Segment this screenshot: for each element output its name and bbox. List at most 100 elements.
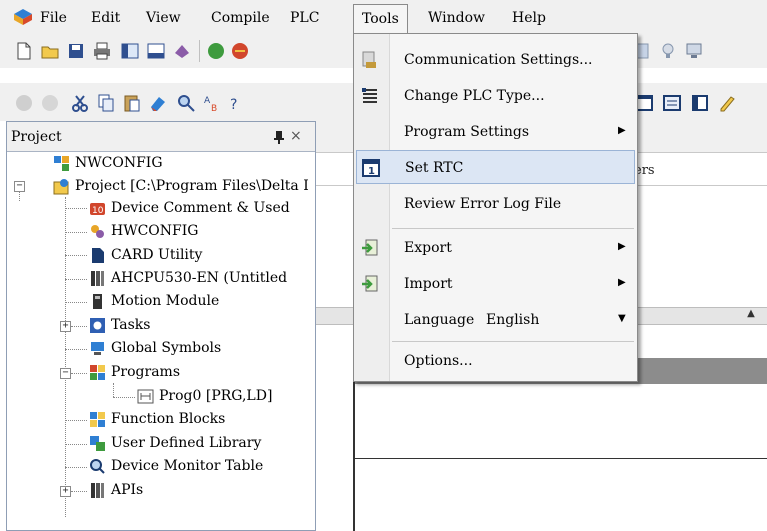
erase-icon[interactable] xyxy=(148,93,168,113)
submenu-arrow-icon: ▶ xyxy=(618,241,626,252)
menu-separator xyxy=(392,341,634,342)
tree-connector xyxy=(65,444,87,445)
toolbar-lamp-icon[interactable] xyxy=(658,41,678,61)
toolbar-pc-icon[interactable] xyxy=(684,41,704,61)
tree-item-label: Motion Module xyxy=(111,293,220,309)
import-icon xyxy=(362,275,378,292)
project-panel-header: Project × xyxy=(7,122,315,152)
disabled-circle-icon[interactable] xyxy=(14,93,34,113)
tree-connector xyxy=(65,232,87,233)
find-icon[interactable] xyxy=(176,93,196,113)
svg-text:1: 1 xyxy=(368,166,375,177)
tree-connector xyxy=(65,349,87,350)
tree-item-label: Device Comment & Used xyxy=(111,200,290,216)
network-config-icon xyxy=(54,156,69,171)
menu-file[interactable]: File xyxy=(40,10,67,26)
change-plc-icon xyxy=(362,88,377,103)
menu-item-export[interactable]: Export ▶ xyxy=(356,231,635,265)
tree-item-label: User Defined Library xyxy=(111,435,262,451)
replace-icon[interactable]: AB xyxy=(202,93,222,113)
communication-icon xyxy=(362,51,376,68)
sd-card-icon xyxy=(92,248,104,263)
menu-item-review-error-log[interactable]: Review Error Log File xyxy=(356,187,635,221)
tree-connector xyxy=(65,279,87,280)
library-icon[interactable] xyxy=(172,41,192,61)
export-icon xyxy=(362,239,378,256)
toolbar-frame-icon[interactable] xyxy=(690,93,710,113)
menu-compile[interactable]: Compile xyxy=(211,10,270,26)
menu-item-label: Communication Settings... xyxy=(404,52,593,68)
tree-connector xyxy=(65,255,87,256)
toolbar-monitor-icon[interactable] xyxy=(662,93,682,113)
tree-item-label: Prog0 [PRG,LD] xyxy=(159,388,273,404)
pin-icon[interactable] xyxy=(273,130,285,144)
tree-item-label: Function Blocks xyxy=(111,411,226,427)
submenu-arrow-icon: ▶ xyxy=(618,277,626,288)
tree-connector xyxy=(65,420,87,421)
tree-connector xyxy=(71,326,87,327)
user-library-icon xyxy=(90,436,105,451)
tree-item-label: Tasks xyxy=(111,317,151,333)
project-panel: Project × − + − + NWCONFIG Project [C:\P… xyxy=(6,121,316,531)
ladder-rung-line xyxy=(355,458,767,459)
menu-window[interactable]: Window xyxy=(428,10,485,26)
toolbar-pencil-icon[interactable] xyxy=(718,93,738,113)
cut-icon[interactable] xyxy=(70,93,90,113)
tree-connector xyxy=(65,467,87,468)
app-logo-icon xyxy=(14,9,32,25)
menu-item-set-rtc[interactable]: 1 Set RTC xyxy=(356,150,635,184)
menu-view[interactable]: View xyxy=(146,10,181,26)
menu-item-label: Change PLC Type... xyxy=(404,88,545,104)
save-icon[interactable] xyxy=(66,41,86,61)
language-value: English xyxy=(486,312,540,328)
panel-toggle-icon[interactable] xyxy=(146,41,166,61)
print-icon[interactable] xyxy=(92,41,112,61)
tree-item-label: Project [C:\Program Files\Delta I xyxy=(75,178,309,194)
device-monitor-icon xyxy=(90,459,105,474)
menu-item-options[interactable]: Options... xyxy=(356,344,635,378)
disabled-disk-icon[interactable] xyxy=(40,93,60,113)
menu-item-import[interactable]: Import ▶ xyxy=(356,267,635,301)
copy-icon[interactable] xyxy=(96,93,116,113)
new-file-icon[interactable] xyxy=(14,41,34,61)
expand-tasks-toggle[interactable]: + xyxy=(60,321,71,332)
hardware-config-icon xyxy=(91,225,104,238)
svg-text:B: B xyxy=(211,104,217,113)
menu-edit[interactable]: Edit xyxy=(91,10,120,26)
toolbar-separator xyxy=(199,40,200,62)
tree-item-label: Programs xyxy=(111,364,181,380)
function-blocks-icon xyxy=(90,412,105,427)
window-toggle-icon[interactable] xyxy=(120,41,140,61)
menu-item-change-plc-type[interactable]: Change PLC Type... xyxy=(356,79,635,113)
collapse-project-toggle[interactable]: − xyxy=(14,181,25,192)
apis-icon xyxy=(91,483,104,498)
tree-item-label: Global Symbols xyxy=(111,340,222,356)
tree-item-label: HWCONFIG xyxy=(111,223,199,239)
tree-connector xyxy=(65,302,87,303)
collapse-up-icon[interactable]: ▲ xyxy=(740,308,762,324)
menu-item-program-settings[interactable]: Program Settings ▶ xyxy=(356,115,635,149)
tree-connector xyxy=(113,397,135,398)
menu-item-label: Review Error Log File xyxy=(404,196,562,212)
run-icon[interactable] xyxy=(206,41,226,61)
tree-connector xyxy=(71,491,87,492)
tree-connector xyxy=(65,208,87,209)
goto-icon[interactable]: ? xyxy=(228,93,248,113)
open-folder-icon[interactable] xyxy=(40,41,60,61)
motion-module-icon xyxy=(93,294,102,309)
expand-apis-toggle[interactable]: + xyxy=(60,486,71,497)
menu-plc[interactable]: PLC xyxy=(290,10,319,26)
menu-item-language[interactable]: Language English ▼ xyxy=(356,303,635,337)
paste-icon[interactable] xyxy=(122,93,142,113)
menu-item-communication-settings[interactable]: Communication Settings... xyxy=(356,43,635,77)
tasks-icon xyxy=(90,318,105,333)
close-panel-icon[interactable]: × xyxy=(290,128,302,144)
collapse-programs-toggle[interactable]: − xyxy=(60,368,71,379)
ladder-program-icon xyxy=(137,389,154,404)
programs-icon xyxy=(90,365,105,380)
menu-help[interactable]: Help xyxy=(512,10,546,26)
submenu-arrow-icon: ▶ xyxy=(618,125,626,136)
svg-text:A: A xyxy=(204,96,211,106)
menu-tools[interactable]: Tools xyxy=(353,4,408,34)
stop-icon[interactable] xyxy=(230,41,250,61)
